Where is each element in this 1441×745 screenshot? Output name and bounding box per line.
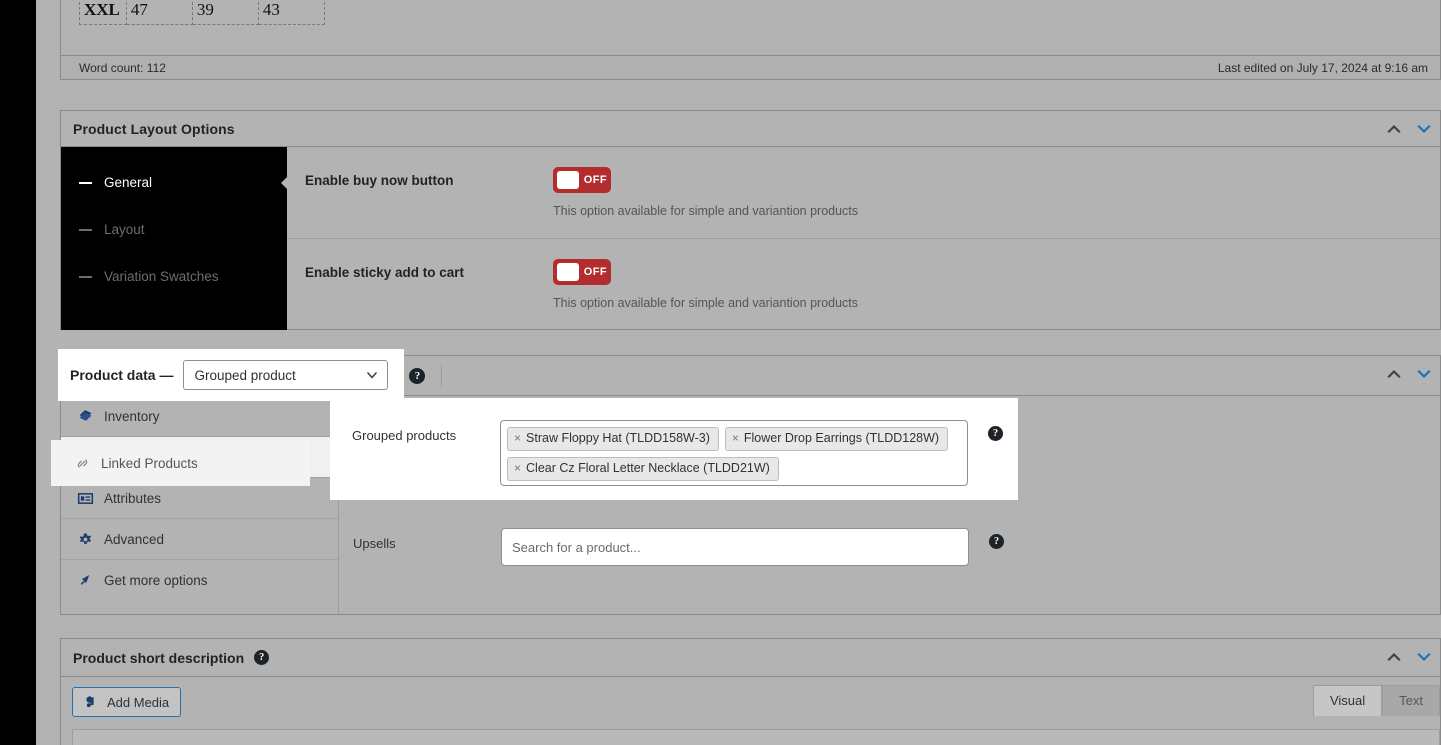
size-value: 39: [191, 0, 259, 25]
toggle-knob: [557, 171, 579, 189]
dash-icon: [79, 181, 92, 184]
field-enable-sticky-add-to-cart: Enable sticky add to cart OFF This optio…: [287, 239, 1440, 331]
add-media-label: Add Media: [107, 694, 170, 710]
sticky-add-to-cart-toggle[interactable]: OFF: [553, 259, 611, 285]
layout-nav-item-layout[interactable]: Layout: [61, 206, 287, 253]
product-data-title: Product data —: [73, 367, 177, 384]
size-value: 43: [257, 0, 325, 25]
field-hint: This option available for simple and var…: [553, 204, 859, 218]
layout-nav-label: General: [104, 175, 153, 190]
size-label: XXL: [79, 0, 127, 25]
product-data-tabs: Inventory Linked Products Attributes Adv…: [61, 396, 339, 614]
product-data-tab-advanced[interactable]: Advanced: [61, 519, 338, 560]
token-label: Straw Floppy Hat (TLDD158W-3): [526, 431, 710, 445]
tab-label: Visual: [1329, 693, 1366, 708]
tab-label: Attributes: [104, 490, 162, 506]
cursor-icon: [77, 572, 94, 589]
upsells-placeholder: Search for a product...: [512, 539, 641, 555]
remove-token-icon[interactable]: ×: [514, 431, 521, 446]
tab-label: Inventory: [104, 408, 160, 424]
layout-options-fields: Enable buy now button OFF This option av…: [287, 147, 1440, 330]
product-description-panel: XXL 47 39 43 Word count: 112 Last edited…: [60, 0, 1441, 80]
product-token[interactable]: × Clear Cz Floral Letter Necklace (TLDD2…: [507, 457, 779, 481]
inventory-icon: [77, 408, 94, 425]
link-icon: [74, 455, 91, 472]
size-chart-table: XXL 47 39 43: [79, 0, 325, 25]
gear-icon: [77, 531, 94, 548]
field-label: Enable buy now button: [305, 173, 454, 188]
token-label: Flower Drop Earrings (TLDD128W): [743, 431, 940, 445]
product-short-description-header: Product short description ?: [61, 639, 1440, 677]
buy-now-toggle[interactable]: OFF: [553, 167, 611, 193]
add-media-button[interactable]: Add Media: [72, 687, 182, 717]
product-data-tab-inventory[interactable]: Inventory: [61, 396, 338, 437]
tab-label: Text: [1399, 693, 1423, 708]
tab-text[interactable]: Text: [1382, 685, 1440, 716]
product-type-value-overlay: Grouped product: [194, 367, 296, 383]
field-hint: This option available for simple and var…: [553, 296, 859, 310]
media-icon: [84, 694, 100, 710]
field-label: Grouped products: [353, 426, 458, 441]
chevron-up-icon[interactable]: [1386, 366, 1402, 382]
chevron-down-icon[interactable]: [1416, 649, 1432, 665]
highlight-layer-linked-products-tab: Linked Products: [51, 440, 310, 486]
remove-token-icon[interactable]: ×: [732, 431, 739, 446]
help-icon[interactable]: ?: [989, 534, 1004, 549]
tab-label: Linked Products: [101, 455, 198, 471]
product-layout-options-panel: Product Layout Options General Layout Va…: [60, 110, 1441, 330]
tab-label: Get more options: [104, 573, 208, 588]
chevron-down-icon: [365, 368, 379, 382]
word-count-label: Word count: 112: [79, 60, 166, 75]
dash-icon: [79, 228, 92, 231]
dash-icon: [79, 275, 92, 278]
layout-options-nav: General Layout Variation Swatches: [61, 147, 287, 330]
tab-label: Advanced: [104, 531, 165, 547]
section-title: Product short description: [73, 649, 245, 666]
product-token[interactable]: × Flower Drop Earrings (TLDD128W): [724, 427, 949, 451]
field-label: Enable sticky add to cart: [305, 265, 465, 280]
help-icon[interactable]: ?: [989, 424, 1004, 439]
product-type-select-overlay[interactable]: Grouped product: [183, 360, 389, 390]
product-short-description-panel: Product short description ? Add Media Vi…: [60, 638, 1441, 745]
wp-admin-sidebar-rail[interactable]: [0, 0, 36, 745]
remove-token-icon[interactable]: ×: [514, 461, 521, 476]
grouped-products-input-overlay[interactable]: × Straw Floppy Hat (TLDD158W-3) × Flower…: [500, 420, 968, 486]
chevron-down-icon[interactable]: [1416, 366, 1432, 382]
product-data-tab-get-more-options[interactable]: Get more options: [61, 560, 338, 601]
word-count-bar: Word count: 112 Last edited on July 17, …: [61, 55, 1440, 79]
divider: [441, 364, 443, 387]
field-label: Upsells: [353, 536, 396, 551]
upsells-input[interactable]: Search for a product...: [501, 528, 969, 566]
help-icon[interactable]: ?: [254, 650, 270, 665]
product-data-tab-linked-products-overlay[interactable]: Linked Products: [51, 440, 310, 486]
field-upsells: Upsells Search for a product... ?: [339, 528, 1440, 566]
page-title: Product Layout Options: [73, 120, 235, 137]
layout-nav-item-variation-swatches[interactable]: Variation Swatches: [61, 253, 287, 300]
chevron-down-icon[interactable]: [1416, 121, 1432, 137]
editor-toolbar: Paragraph B I 123 “: [72, 729, 1440, 745]
last-edited-label: Last edited on July 17, 2024 at 9:16 am: [1217, 60, 1428, 75]
field-enable-buy-now-button: Enable buy now button OFF This option av…: [287, 147, 1440, 239]
product-layout-options-header: Product Layout Options: [61, 111, 1440, 147]
product-token[interactable]: × Straw Floppy Hat (TLDD158W-3): [507, 427, 719, 451]
layout-nav-item-general[interactable]: General: [61, 159, 287, 206]
layout-nav-label: Layout: [104, 222, 145, 237]
toggle-state-label: OFF: [583, 174, 607, 186]
toggle-state-label: OFF: [583, 266, 607, 278]
token-label: Clear Cz Floral Letter Necklace (TLDD21W…: [526, 461, 770, 475]
wordpress-product-edit-screen: XXL 47 39 43 Word count: 112 Last edited…: [0, 0, 1441, 745]
help-icon[interactable]: ?: [409, 367, 426, 384]
attributes-icon: [77, 490, 94, 507]
size-value: 47: [125, 0, 193, 25]
tab-visual[interactable]: Visual: [1312, 685, 1383, 716]
editor-mode-tabs: Visual Text: [1312, 685, 1440, 716]
layout-nav-label: Variation Swatches: [104, 269, 219, 284]
chevron-up-icon[interactable]: [1386, 649, 1402, 665]
toggle-knob: [557, 263, 579, 281]
table-row: XXL 47 39 43: [79, 0, 325, 25]
chevron-up-icon[interactable]: [1386, 121, 1402, 137]
